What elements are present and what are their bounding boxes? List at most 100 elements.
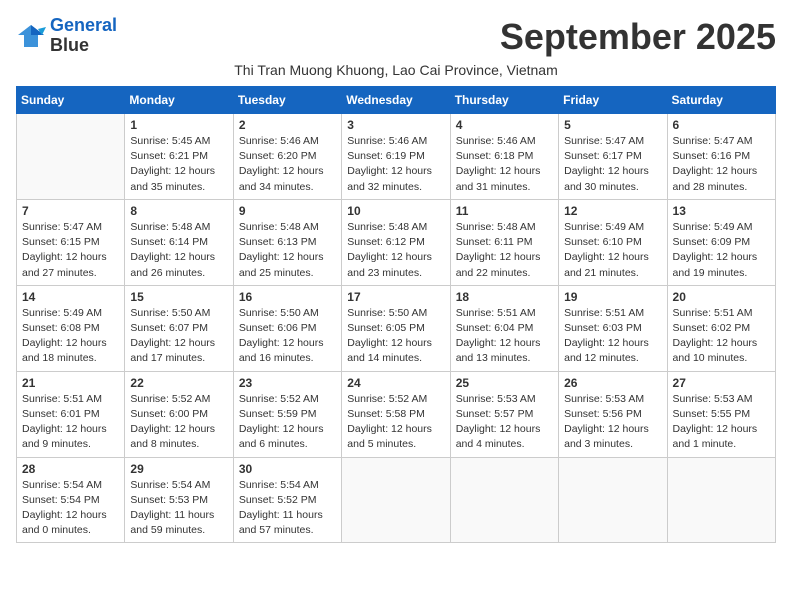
day-info: Sunrise: 5:54 AM Sunset: 5:52 PM Dayligh… [239, 478, 336, 539]
day-info: Sunrise: 5:51 AM Sunset: 6:02 PM Dayligh… [673, 306, 770, 367]
calendar-cell: 22 Sunrise: 5:52 AM Sunset: 6:00 PM Dayli… [125, 371, 233, 457]
day-info: Sunrise: 5:46 AM Sunset: 6:20 PM Dayligh… [239, 134, 336, 195]
day-number: 30 [239, 462, 336, 476]
day-number: 3 [347, 118, 444, 132]
calendar-cell [17, 114, 125, 200]
location-subtitle: Thi Tran Muong Khuong, Lao Cai Province,… [16, 62, 776, 78]
weekday-header-saturday: Saturday [667, 87, 775, 114]
day-number: 17 [347, 290, 444, 304]
calendar-cell: 4 Sunrise: 5:46 AM Sunset: 6:18 PM Daylig… [450, 114, 558, 200]
day-number: 11 [456, 204, 553, 218]
calendar-cell: 1 Sunrise: 5:45 AM Sunset: 6:21 PM Daylig… [125, 114, 233, 200]
day-number: 7 [22, 204, 119, 218]
day-number: 19 [564, 290, 661, 304]
calendar-cell: 10Sunrise: 5:48 AM Sunset: 6:12 PM Dayli… [342, 199, 450, 285]
calendar-cell: 17Sunrise: 5:50 AM Sunset: 6:05 PM Dayli… [342, 285, 450, 371]
calendar-cell: 15 Sunrise: 5:50 AM Sunset: 6:07 PM Dayli… [125, 285, 233, 371]
calendar-cell: 12 Sunrise: 5:49 AM Sunset: 6:10 PM Dayli… [559, 199, 667, 285]
calendar-cell: 24Sunrise: 5:52 AM Sunset: 5:58 PM Dayli… [342, 371, 450, 457]
weekday-header-tuesday: Tuesday [233, 87, 341, 114]
logo-icon [16, 21, 46, 51]
day-info: Sunrise: 5:48 AM Sunset: 6:13 PM Dayligh… [239, 220, 336, 281]
calendar-cell: 6 Sunrise: 5:47 AM Sunset: 6:16 PM Daylig… [667, 114, 775, 200]
calendar-cell: 7Sunrise: 5:47 AM Sunset: 6:15 PM Daylig… [17, 199, 125, 285]
day-info: Sunrise: 5:54 AM Sunset: 5:54 PM Dayligh… [22, 478, 119, 539]
logo-line2: Blue [50, 36, 117, 56]
week-row-1: 1 Sunrise: 5:45 AM Sunset: 6:21 PM Daylig… [17, 114, 776, 200]
day-info: Sunrise: 5:49 AM Sunset: 6:09 PM Dayligh… [673, 220, 770, 281]
day-number: 10 [347, 204, 444, 218]
calendar-cell: 2 Sunrise: 5:46 AM Sunset: 6:20 PM Daylig… [233, 114, 341, 200]
logo-text: General Blue [50, 16, 117, 56]
day-info: Sunrise: 5:50 AM Sunset: 6:06 PM Dayligh… [239, 306, 336, 367]
weekday-header-wednesday: Wednesday [342, 87, 450, 114]
page-header: General Blue September 2025 [16, 16, 776, 58]
calendar-cell: 27Sunrise: 5:53 AM Sunset: 5:55 PM Dayli… [667, 371, 775, 457]
day-info: Sunrise: 5:46 AM Sunset: 6:19 PM Dayligh… [347, 134, 444, 195]
day-info: Sunrise: 5:48 AM Sunset: 6:14 PM Dayligh… [130, 220, 227, 281]
calendar-cell: 26Sunrise: 5:53 AM Sunset: 5:56 PM Dayli… [559, 371, 667, 457]
weekday-header-friday: Friday [559, 87, 667, 114]
calendar-cell: 18 Sunrise: 5:51 AM Sunset: 6:04 PM Dayli… [450, 285, 558, 371]
logo: General Blue [16, 16, 117, 56]
day-number: 25 [456, 376, 553, 390]
day-number: 16 [239, 290, 336, 304]
calendar-cell: 29 Sunrise: 5:54 AM Sunset: 5:53 PM Dayli… [125, 457, 233, 543]
calendar-cell: 11Sunrise: 5:48 AM Sunset: 6:11 PM Dayli… [450, 199, 558, 285]
weekday-header-row: SundayMondayTuesdayWednesdayThursdayFrid… [17, 87, 776, 114]
day-number: 8 [130, 204, 227, 218]
day-info: Sunrise: 5:52 AM Sunset: 5:59 PM Dayligh… [239, 392, 336, 453]
weekday-header-thursday: Thursday [450, 87, 558, 114]
day-number: 23 [239, 376, 336, 390]
calendar-cell: 16 Sunrise: 5:50 AM Sunset: 6:06 PM Dayli… [233, 285, 341, 371]
title-block: September 2025 [500, 16, 776, 58]
weekday-header-sunday: Sunday [17, 87, 125, 114]
week-row-4: 21Sunrise: 5:51 AM Sunset: 6:01 PM Dayli… [17, 371, 776, 457]
week-row-2: 7Sunrise: 5:47 AM Sunset: 6:15 PM Daylig… [17, 199, 776, 285]
week-row-3: 14Sunrise: 5:49 AM Sunset: 6:08 PM Dayli… [17, 285, 776, 371]
day-number: 5 [564, 118, 661, 132]
day-info: Sunrise: 5:51 AM Sunset: 6:03 PM Dayligh… [564, 306, 661, 367]
calendar-cell [667, 457, 775, 543]
day-number: 28 [22, 462, 119, 476]
day-info: Sunrise: 5:54 AM Sunset: 5:53 PM Dayligh… [130, 478, 227, 539]
day-info: Sunrise: 5:52 AM Sunset: 6:00 PM Dayligh… [130, 392, 227, 453]
calendar-cell: 9Sunrise: 5:48 AM Sunset: 6:13 PM Daylig… [233, 199, 341, 285]
day-info: Sunrise: 5:51 AM Sunset: 6:04 PM Dayligh… [456, 306, 553, 367]
day-number: 20 [673, 290, 770, 304]
calendar-cell: 30 Sunrise: 5:54 AM Sunset: 5:52 PM Dayli… [233, 457, 341, 543]
calendar-table: SundayMondayTuesdayWednesdayThursdayFrid… [16, 86, 776, 543]
calendar-cell: 21Sunrise: 5:51 AM Sunset: 6:01 PM Dayli… [17, 371, 125, 457]
logo-line1: General [50, 15, 117, 35]
calendar-cell: 20 Sunrise: 5:51 AM Sunset: 6:02 PM Dayli… [667, 285, 775, 371]
calendar-cell [342, 457, 450, 543]
day-info: Sunrise: 5:46 AM Sunset: 6:18 PM Dayligh… [456, 134, 553, 195]
calendar-cell [450, 457, 558, 543]
day-number: 29 [130, 462, 227, 476]
day-number: 24 [347, 376, 444, 390]
day-number: 4 [456, 118, 553, 132]
weekday-header-monday: Monday [125, 87, 233, 114]
calendar-cell: 5 Sunrise: 5:47 AM Sunset: 6:17 PM Daylig… [559, 114, 667, 200]
day-number: 22 [130, 376, 227, 390]
day-number: 2 [239, 118, 336, 132]
day-info: Sunrise: 5:53 AM Sunset: 5:57 PM Dayligh… [456, 392, 553, 453]
day-info: Sunrise: 5:47 AM Sunset: 6:16 PM Dayligh… [673, 134, 770, 195]
day-number: 14 [22, 290, 119, 304]
day-number: 18 [456, 290, 553, 304]
day-number: 26 [564, 376, 661, 390]
day-info: Sunrise: 5:53 AM Sunset: 5:55 PM Dayligh… [673, 392, 770, 453]
day-number: 12 [564, 204, 661, 218]
day-info: Sunrise: 5:45 AM Sunset: 6:21 PM Dayligh… [130, 134, 227, 195]
day-number: 15 [130, 290, 227, 304]
day-info: Sunrise: 5:49 AM Sunset: 6:10 PM Dayligh… [564, 220, 661, 281]
calendar-cell: 23 Sunrise: 5:52 AM Sunset: 5:59 PM Dayli… [233, 371, 341, 457]
calendar-cell: 13Sunrise: 5:49 AM Sunset: 6:09 PM Dayli… [667, 199, 775, 285]
calendar-cell: 14Sunrise: 5:49 AM Sunset: 6:08 PM Dayli… [17, 285, 125, 371]
day-number: 1 [130, 118, 227, 132]
day-info: Sunrise: 5:50 AM Sunset: 6:07 PM Dayligh… [130, 306, 227, 367]
calendar-cell: 19 Sunrise: 5:51 AM Sunset: 6:03 PM Dayli… [559, 285, 667, 371]
calendar-cell: 25 Sunrise: 5:53 AM Sunset: 5:57 PM Dayli… [450, 371, 558, 457]
day-info: Sunrise: 5:47 AM Sunset: 6:17 PM Dayligh… [564, 134, 661, 195]
day-number: 6 [673, 118, 770, 132]
